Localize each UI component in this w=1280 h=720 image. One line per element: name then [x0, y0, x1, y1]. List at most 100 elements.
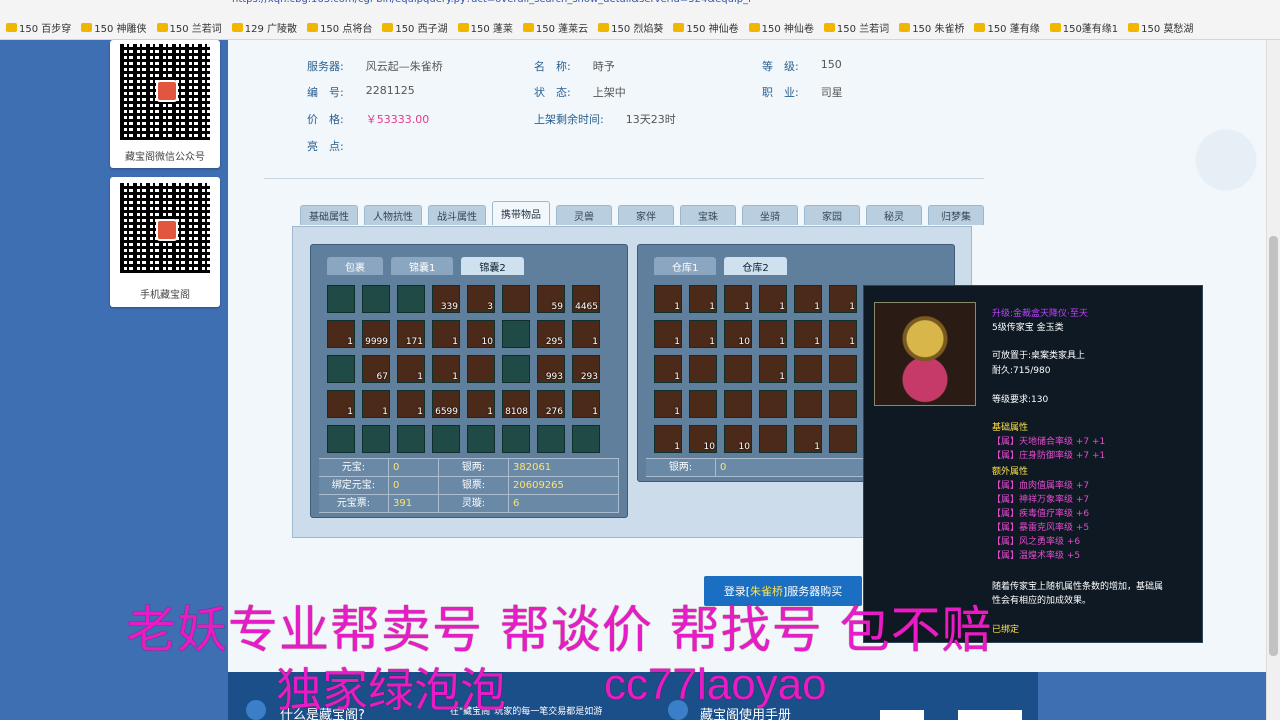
scrollbar[interactable]: [1266, 40, 1280, 720]
bag-slot[interactable]: [362, 285, 390, 313]
warehouse-slot[interactable]: 1: [654, 285, 682, 313]
warehouse-slot[interactable]: 1: [654, 390, 682, 418]
warehouse-slot[interactable]: 10: [689, 425, 717, 453]
bookmark-item[interactable]: 150 兰若词: [823, 20, 889, 35]
tab-11[interactable]: 归梦集: [928, 205, 984, 225]
bag-slot[interactable]: 1: [432, 320, 460, 348]
bookmark-item[interactable]: 150 西子湖: [382, 20, 448, 35]
bag-slot[interactable]: 1: [397, 390, 425, 418]
bag-slot[interactable]: [467, 355, 495, 383]
bag-slot[interactable]: 10: [467, 320, 495, 348]
warehouse-slot[interactable]: 1: [759, 285, 787, 313]
bag-subtab[interactable]: 锦囊2: [461, 257, 524, 275]
bag-slot[interactable]: [327, 285, 355, 313]
bag-slot[interactable]: [327, 355, 355, 383]
bookmark-item[interactable]: 150 神仙卷: [673, 20, 739, 35]
bookmark-item[interactable]: 150 百步穿: [6, 20, 71, 35]
warehouse-slot[interactable]: [759, 425, 787, 453]
tab-4[interactable]: 携带物品: [492, 201, 550, 225]
tab-7[interactable]: 宝珠: [680, 205, 736, 225]
warehouse-slot[interactable]: 1: [654, 425, 682, 453]
warehouse-slot[interactable]: 1: [654, 355, 682, 383]
bookmark-item[interactable]: 150蓬有缘1: [1049, 20, 1118, 35]
bag-slot[interactable]: 339: [432, 285, 460, 313]
bag-slot[interactable]: 1: [432, 355, 460, 383]
bag-slot[interactable]: 1: [572, 390, 600, 418]
mobile-qr-card[interactable]: 手机藏宝阁: [110, 177, 220, 307]
warehouse-slot[interactable]: 1: [759, 355, 787, 383]
warehouse-slot[interactable]: [794, 355, 822, 383]
bag-slot[interactable]: [467, 425, 495, 453]
tab-8[interactable]: 坐骑: [742, 205, 798, 225]
warehouse-slot[interactable]: 1: [794, 320, 822, 348]
warehouse-slot[interactable]: 1: [794, 285, 822, 313]
bookmark-item[interactable]: 150 蓬有缘: [974, 20, 1040, 35]
bag-slot[interactable]: [537, 425, 565, 453]
warehouse-subtab[interactable]: 仓库1: [654, 257, 717, 275]
warehouse-slot[interactable]: [759, 390, 787, 418]
bag-slot[interactable]: 6599: [432, 390, 460, 418]
bookmark-item[interactable]: 150 蓬莱: [457, 20, 513, 35]
bag-slot[interactable]: [397, 425, 425, 453]
bookmark-item[interactable]: 150 莫愁湖: [1128, 20, 1193, 35]
warehouse-slot[interactable]: [689, 390, 717, 418]
warehouse-slot[interactable]: [724, 355, 752, 383]
bookmark-item[interactable]: 150 蓬莱云: [522, 20, 588, 35]
bag-slot[interactable]: 1: [467, 390, 495, 418]
bag-subtab[interactable]: 锦囊1: [391, 257, 454, 275]
bag-slot[interactable]: 1: [327, 390, 355, 418]
warehouse-slot[interactable]: 1: [829, 285, 857, 313]
bag-slot[interactable]: 67: [362, 355, 390, 383]
warehouse-slot[interactable]: 1: [794, 425, 822, 453]
bag-slot[interactable]: 293: [572, 355, 600, 383]
warehouse-slot[interactable]: 1: [759, 320, 787, 348]
tab-6[interactable]: 家伴: [618, 205, 674, 225]
warehouse-slot[interactable]: 1: [654, 320, 682, 348]
warehouse-slot[interactable]: [829, 390, 857, 418]
bag-slot[interactable]: [572, 425, 600, 453]
bag-slot[interactable]: 3: [467, 285, 495, 313]
bag-slot[interactable]: 1: [397, 355, 425, 383]
bag-slot[interactable]: 1: [572, 320, 600, 348]
bag-slot[interactable]: 1: [327, 320, 355, 348]
warehouse-slot[interactable]: [794, 390, 822, 418]
tab-1[interactable]: 基础属性: [300, 205, 358, 225]
warehouse-slot[interactable]: [829, 425, 857, 453]
bookmark-item[interactable]: 129 广陵散: [231, 20, 297, 35]
warehouse-slot[interactable]: [829, 355, 857, 383]
warehouse-slot[interactable]: 1: [689, 285, 717, 313]
bag-subtab[interactable]: 包裹: [327, 257, 383, 275]
wechat-qr-card[interactable]: 藏宝阁微信公众号: [110, 40, 220, 168]
address-bar[interactable]: https://xqh.cbg.163.com/cgi-bin/equipque…: [232, 0, 992, 8]
bookmark-item[interactable]: 150 神仙卷: [748, 20, 814, 35]
warehouse-subtab[interactable]: 仓库2: [724, 257, 787, 275]
warehouse-slot[interactable]: 1: [724, 285, 752, 313]
bag-slot[interactable]: 295: [537, 320, 565, 348]
scrollbar-thumb[interactable]: [1269, 236, 1278, 656]
bag-slot[interactable]: [502, 320, 530, 348]
bag-slot[interactable]: 8108: [502, 390, 530, 418]
bag-slot[interactable]: [502, 285, 530, 313]
bag-slot[interactable]: [502, 355, 530, 383]
bag-slot[interactable]: [397, 285, 425, 313]
tab-9[interactable]: 家园: [804, 205, 860, 225]
bag-slot[interactable]: [502, 425, 530, 453]
bag-slot[interactable]: [432, 425, 460, 453]
bag-slot[interactable]: 993: [537, 355, 565, 383]
bag-slot[interactable]: 276: [537, 390, 565, 418]
bag-slot[interactable]: 4465: [572, 285, 600, 313]
tab-2[interactable]: 人物抗性: [364, 205, 422, 225]
bag-slot[interactable]: 171: [397, 320, 425, 348]
bookmark-item[interactable]: 150 兰若词: [156, 20, 222, 35]
warehouse-slot[interactable]: 1: [689, 320, 717, 348]
bag-slot[interactable]: [362, 425, 390, 453]
tab-3[interactable]: 战斗属性: [428, 205, 486, 225]
warehouse-slot[interactable]: 10: [724, 425, 752, 453]
bag-slot[interactable]: 59: [537, 285, 565, 313]
tab-10[interactable]: 秘灵: [866, 205, 922, 225]
bag-slot[interactable]: 9999: [362, 320, 390, 348]
bookmark-item[interactable]: 150 神雕侠: [81, 20, 147, 35]
bag-slot[interactable]: 1: [362, 390, 390, 418]
bag-slot[interactable]: [327, 425, 355, 453]
bookmark-item[interactable]: 150 朱雀桥: [899, 20, 964, 35]
